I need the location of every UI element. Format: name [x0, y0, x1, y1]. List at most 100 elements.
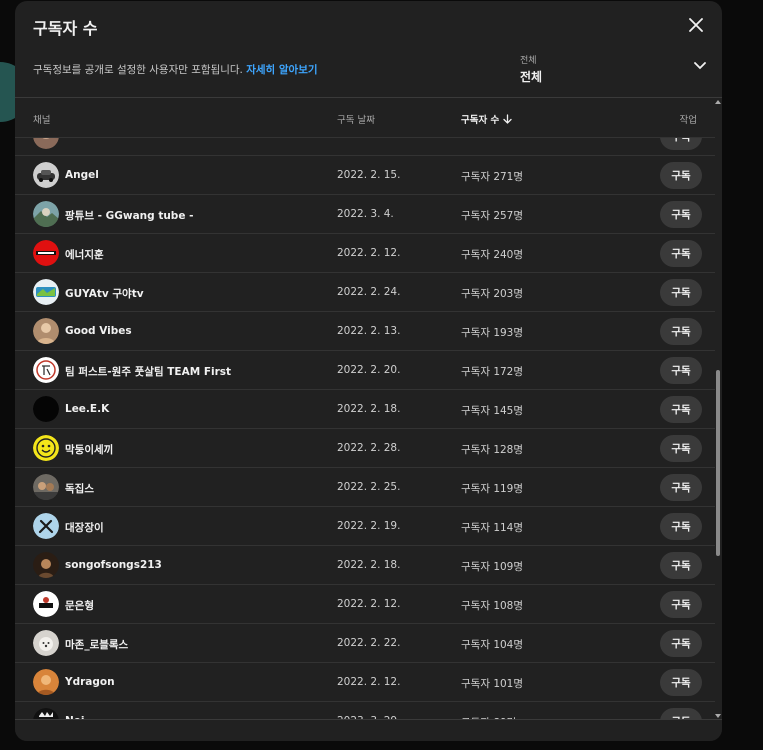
subscribe-button[interactable]: 구독 — [660, 357, 702, 384]
energy-logo-avatar[interactable] — [33, 240, 59, 266]
subscriber-count: 구독자 101명 — [461, 678, 524, 690]
header-action: 작업 — [679, 115, 697, 126]
subscribe-date: 2022. 2. 28. — [337, 442, 401, 454]
subscribe-button[interactable]: 구독 — [660, 513, 702, 540]
channel-name[interactable]: 팡튜브 - GGwang tube - — [65, 208, 193, 223]
dialog-footer — [15, 719, 722, 741]
channel-name[interactable]: 에너지훈 — [65, 247, 104, 262]
orange-avatar[interactable] — [33, 669, 59, 695]
subscribe-button[interactable]: 구독 — [660, 591, 702, 618]
subscribe-button[interactable]: 구독 — [660, 201, 702, 228]
filter-dropdown[interactable]: 전체 전체 — [520, 53, 706, 87]
header-date: 구독 날짜 — [337, 115, 375, 126]
table-row: Nei2023. 3. 29.구독자 89명구독 — [15, 702, 715, 719]
person-avatar[interactable] — [33, 318, 59, 344]
channel-name[interactable]: Good Vibes — [65, 325, 132, 337]
subscriber-count: 구독자 128명 — [461, 444, 524, 456]
channel-name[interactable]: Lee.E.K — [65, 403, 109, 415]
channel-name[interactable]: Ydragon — [65, 676, 115, 688]
subscribers-table: 구독Angel2022. 2. 15.구독자 271명구독팡튜브 - GGwan… — [15, 97, 722, 719]
subscribe-date: 2022. 2. 19. — [337, 520, 401, 532]
subscriber-count: 구독자 108명 — [461, 600, 524, 612]
subscribe-button[interactable]: 구독 — [660, 240, 702, 267]
scroll-up-arrow-icon[interactable] — [715, 100, 721, 104]
subscriber-count: 구독자 172명 — [461, 366, 524, 378]
subscriber-count: 구독자 271명 — [461, 171, 524, 183]
subscribe-button[interactable]: 구독 — [660, 435, 702, 462]
subscribe-date: 2022. 2. 15. — [337, 169, 401, 181]
table-row: 대장장이 2022. 2. 19. 구독자 114명 구독 — [15, 507, 715, 546]
subscribe-button[interactable]: 구독 — [660, 474, 702, 501]
subscribe-date: 2022. 3. 4. — [337, 208, 394, 220]
smiley-avatar[interactable] — [33, 435, 59, 461]
table-row: 독집스 2022. 2. 25. 구독자 119명 구독 — [15, 468, 715, 507]
black-avatar[interactable] — [33, 396, 59, 422]
table-row: Good Vibes 2022. 2. 13. 구독자 193명 구독 — [15, 312, 715, 351]
subscribe-button[interactable]: 구독 — [660, 669, 702, 696]
header-subscribers-sort[interactable]: 구독자 수 — [461, 112, 512, 126]
subscriber-count: 구독자 203명 — [461, 288, 524, 300]
group-photo-avatar[interactable] — [33, 474, 59, 500]
close-icon — [689, 18, 703, 32]
close-button[interactable] — [684, 13, 708, 37]
channel-name[interactable]: 독집스 — [65, 481, 94, 496]
table-row: Angel 2022. 2. 15. 구독자 271명 구독 — [15, 156, 715, 195]
channel-name[interactable]: GUYAtv 구야tv — [65, 286, 144, 301]
subscribe-button[interactable]: 구독 — [660, 279, 702, 306]
subscriber-count: 구독자 240명 — [461, 249, 524, 261]
table-row: 에너지훈 2022. 2. 12. 구독자 240명 구독 — [15, 234, 715, 273]
subscribe-button[interactable]: 구독 — [660, 318, 702, 345]
table-row: 마존_로블록스 2022. 2. 22. 구독자 104명 구독 — [15, 624, 715, 663]
scroll-down-arrow-icon[interactable] — [715, 714, 721, 718]
table-row: 막둥이세끼 2022. 2. 28. 구독자 128명 구독 — [15, 429, 715, 468]
channel-name[interactable]: 문은형 — [65, 598, 94, 613]
table-row: Ydragon 2022. 2. 12. 구독자 101명 구독 — [15, 663, 715, 702]
channel-name[interactable]: Angel — [65, 169, 99, 181]
dialog-subtitle: 구독정보를 공개로 설정한 사용자만 포함됩니다. 자세히 알아보기 — [33, 62, 318, 77]
subscriber-count: 구독자 193명 — [461, 327, 524, 339]
scrollbar[interactable] — [715, 98, 721, 719]
subscribe-button[interactable]: 구독 — [660, 162, 702, 189]
channel-name[interactable]: 팀 퍼스트-원주 풋살팀 TEAM First — [65, 364, 231, 379]
header-channel: 채널 — [33, 115, 51, 126]
subscriber-count: 구독자 104명 — [461, 639, 524, 651]
silhouette-avatar[interactable] — [33, 708, 59, 719]
header-subscribers-label: 구독자 수 — [461, 115, 500, 126]
subscribe-date: 2022. 2. 12. — [337, 247, 401, 259]
hammer-avatar[interactable] — [33, 513, 59, 539]
table-row: songofsongs213 2022. 2. 18. 구독자 109명 구독 — [15, 546, 715, 585]
learn-more-link[interactable]: 자세히 알아보기 — [246, 64, 317, 76]
car-avatar[interactable] — [33, 162, 59, 188]
white-logo-avatar[interactable] — [33, 591, 59, 617]
scrollbar-thumb[interactable] — [716, 370, 720, 556]
dialog-title: 구독자 수 — [33, 19, 98, 38]
subscribe-button[interactable]: 구독 — [660, 552, 702, 579]
channel-name[interactable]: 대장장이 — [65, 520, 104, 535]
subscriber-count: 구독자 109명 — [461, 561, 524, 573]
table-row: GUYAtv 구야tv 2022. 2. 24. 구독자 203명 구독 — [15, 273, 715, 312]
subscriber-count: 구독자 119명 — [461, 483, 524, 495]
subscribe-date: 2022. 2. 13. — [337, 325, 401, 337]
landscape-avatar[interactable] — [33, 201, 59, 227]
subscribe-date: 2022. 2. 18. — [337, 403, 401, 415]
subscribe-date: 2022. 2. 22. — [337, 637, 401, 649]
subscribe-button[interactable]: 구독 — [660, 630, 702, 657]
chevron-down-icon — [694, 62, 706, 70]
subscribe-date: 2022. 2. 20. — [337, 364, 401, 376]
subscribe-button[interactable]: 구독 — [660, 396, 702, 423]
portrait-avatar[interactable] — [33, 552, 59, 578]
subscribe-button[interactable]: 구독 — [660, 708, 702, 719]
subscribe-date: 2022. 2. 25. — [337, 481, 401, 493]
dog-avatar[interactable] — [33, 630, 59, 656]
subscribe-date: 2022. 2. 18. — [337, 559, 401, 571]
table-body: 구독Angel2022. 2. 15.구독자 271명구독팡튜브 - GGwan… — [15, 117, 715, 719]
team-logo-avatar[interactable] — [33, 357, 59, 383]
channel-name[interactable]: 마존_로블록스 — [65, 637, 128, 652]
table-row: Lee.E.K 2022. 2. 18. 구독자 145명 구독 — [15, 390, 715, 429]
table-row: 팀 퍼스트-원주 풋살팀 TEAM First 2022. 2. 20. 구독자 1… — [15, 351, 715, 390]
channel-name[interactable]: 막둥이세끼 — [65, 442, 113, 457]
channel-name[interactable]: songofsongs213 — [65, 559, 162, 571]
subscribe-date: 2022. 2. 12. — [337, 598, 401, 610]
table-row: 문은형 2022. 2. 12. 구독자 108명 구독 — [15, 585, 715, 624]
guya-logo-avatar[interactable] — [33, 279, 59, 305]
